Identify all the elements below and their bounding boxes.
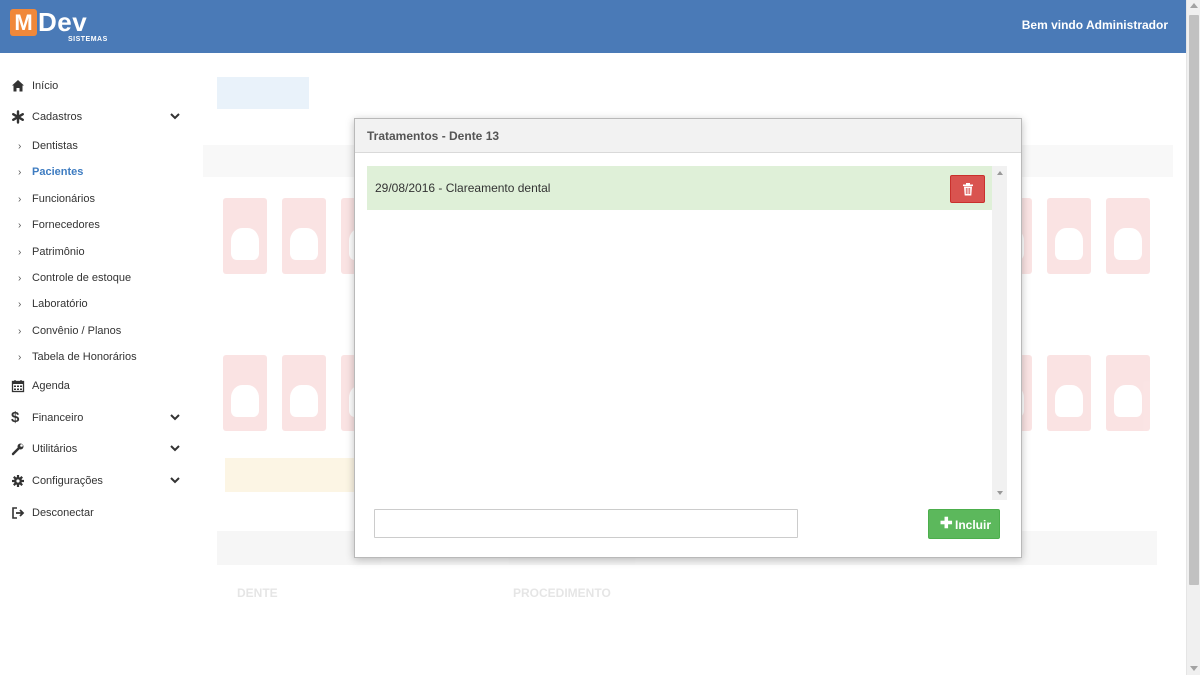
- plus-icon: ✚: [940, 515, 953, 532]
- chevron-down-icon: [170, 477, 180, 484]
- treatments-list[interactable]: 29/08/2016 - Clareamento dental: [367, 166, 1007, 500]
- welcome-text: Bem vindo Administrador: [1021, 18, 1168, 32]
- chevron-right-icon: ›: [18, 299, 22, 310]
- logo-mark: M: [10, 9, 37, 36]
- treatments-modal: Tratamentos - Dente 13 29/08/2016 - Clar…: [354, 118, 1022, 558]
- list-item[interactable]: 29/08/2016 - Clareamento dental: [367, 166, 992, 210]
- chevron-right-icon: ›: [18, 194, 22, 205]
- sidebar-item-inicio[interactable]: Início: [0, 74, 190, 100]
- sidebar-item-label: Tabela de Honorários: [32, 351, 137, 363]
- home-icon: [12, 80, 24, 92]
- sidebar-item-patrimonio[interactable]: › Patrimônio: [0, 240, 190, 266]
- table-header-dente: DENTE: [237, 586, 278, 600]
- tooth-image: [1106, 355, 1150, 431]
- chevron-right-icon: ›: [18, 273, 22, 284]
- logo-name: Dev: [38, 7, 88, 37]
- modal-title: Tratamentos - Dente 13: [367, 129, 500, 143]
- chevron-right-icon: ›: [18, 326, 22, 337]
- sidebar-item-label: Funcionários: [32, 193, 95, 205]
- top-bar: M Dev SISTEMAS Bem vindo Administrador: [0, 0, 1186, 53]
- calendar-icon: [11, 380, 25, 393]
- chevron-right-icon: ›: [18, 352, 22, 363]
- sign-out-icon: [12, 507, 25, 519]
- sidebar-item-label: Configurações: [32, 475, 103, 487]
- sidebar-item-label: Dentistas: [32, 140, 78, 152]
- tooth-image: [223, 198, 267, 274]
- background-tab-active: [217, 77, 309, 109]
- tooth-image: [282, 355, 326, 431]
- scroll-down-arrow[interactable]: [1190, 666, 1198, 671]
- list-empty-area: [367, 210, 992, 500]
- scroll-down-arrow[interactable]: [997, 491, 1003, 495]
- sidebar-item-label: Laboratório: [32, 298, 88, 310]
- sidebar-item-label: Fornecedores: [32, 219, 100, 231]
- sidebar-item-financeiro[interactable]: $ Financeiro: [0, 406, 190, 432]
- wrench-icon: [11, 443, 24, 456]
- sidebar-item-cadastros[interactable]: Cadastros: [0, 105, 190, 131]
- sidebar: Início Cadastros › Dentistas › Pacientes…: [0, 53, 195, 675]
- sidebar-item-laboratorio[interactable]: › Laboratório: [0, 292, 190, 318]
- gear-icon: [12, 475, 24, 487]
- sidebar-item-convenio[interactable]: › Convênio / Planos: [0, 319, 190, 345]
- chevron-down-icon: [170, 445, 180, 452]
- incluir-button[interactable]: ✚ Incluir: [928, 509, 1000, 539]
- sidebar-item-tabela-honorarios[interactable]: › Tabela de Honorários: [0, 345, 190, 371]
- sidebar-item-label: Controle de estoque: [32, 272, 132, 284]
- logo-subtitle: SISTEMAS: [68, 36, 108, 43]
- scroll-thumb[interactable]: [1189, 15, 1199, 585]
- chevron-down-icon: [170, 414, 180, 421]
- tooth-image: [1047, 198, 1091, 274]
- tooth-image: [282, 198, 326, 274]
- sidebar-item-label: Pacientes: [32, 166, 84, 178]
- tooth-image: [1106, 198, 1150, 274]
- sidebar-item-dentistas[interactable]: › Dentistas: [0, 134, 190, 160]
- scroll-up-arrow[interactable]: [1190, 3, 1198, 8]
- list-scrollbar[interactable]: [994, 166, 1007, 500]
- chevron-right-icon: ›: [18, 141, 22, 152]
- chevron-down-icon: [170, 113, 180, 120]
- background-yellow-bar: [225, 458, 355, 492]
- incluir-label: Incluir: [955, 518, 992, 532]
- chevron-right-icon: ›: [18, 220, 22, 231]
- treatment-input[interactable]: [374, 509, 798, 538]
- table-header-procedimento: PROCEDIMENTO: [513, 586, 611, 600]
- sidebar-item-label: Cadastros: [32, 111, 83, 123]
- trash-icon: [963, 183, 973, 196]
- sidebar-item-agenda[interactable]: Agenda: [0, 374, 190, 400]
- scroll-up-arrow[interactable]: [997, 171, 1003, 175]
- sidebar-item-label: Desconectar: [32, 507, 94, 519]
- sidebar-item-label: Convênio / Planos: [32, 325, 122, 337]
- sidebar-item-desconectar[interactable]: Desconectar: [0, 501, 190, 527]
- delete-button[interactable]: [950, 175, 985, 203]
- asterisk-icon: [12, 110, 25, 124]
- chevron-right-icon: ›: [18, 247, 22, 258]
- sidebar-item-funcionarios[interactable]: › Funcionários: [0, 187, 190, 213]
- sidebar-item-label: Financeiro: [32, 412, 84, 424]
- sidebar-item-controle-estoque[interactable]: › Controle de estoque: [0, 266, 190, 292]
- modal-header[interactable]: Tratamentos - Dente 13: [355, 119, 1021, 153]
- sidebar-item-utilitarios[interactable]: Utilitários: [0, 437, 190, 463]
- sidebar-item-configuracoes[interactable]: Configurações: [0, 469, 190, 495]
- sidebar-item-label: Patrimônio: [32, 246, 85, 258]
- brand-logo[interactable]: M Dev SISTEMAS: [10, 7, 120, 45]
- sidebar-item-fornecedores[interactable]: › Fornecedores: [0, 213, 190, 239]
- sidebar-item-label: Início: [32, 80, 59, 92]
- treatment-text: 29/08/2016 - Clareamento dental: [375, 181, 551, 195]
- sidebar-item-label: Agenda: [32, 380, 70, 392]
- dollar-icon: $: [11, 409, 20, 426]
- sidebar-item-label: Utilitários: [32, 443, 78, 455]
- chevron-right-icon: ›: [18, 167, 22, 178]
- tooth-image: [1047, 355, 1091, 431]
- page-scrollbar[interactable]: [1186, 0, 1200, 675]
- sidebar-item-pacientes[interactable]: › Pacientes: [0, 160, 190, 186]
- tooth-image: [223, 355, 267, 431]
